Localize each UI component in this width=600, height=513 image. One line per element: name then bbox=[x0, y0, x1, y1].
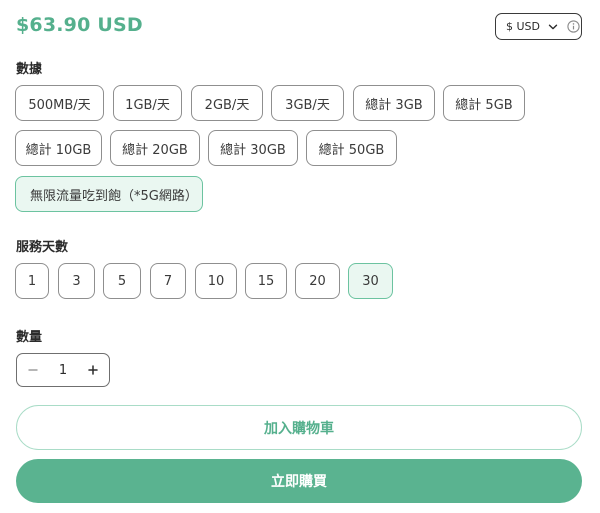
data-section-title: 數據 bbox=[16, 62, 43, 77]
info-icon[interactable] bbox=[567, 20, 580, 33]
currency-label: $ USD bbox=[506, 20, 540, 33]
chevron-down-icon bbox=[547, 21, 559, 33]
days-option-10[interactable]: 10 bbox=[195, 263, 237, 299]
price-label: $63.90 USD bbox=[16, 14, 143, 36]
days-option-3[interactable]: 3 bbox=[58, 263, 95, 299]
days-option-20[interactable]: 20 bbox=[295, 263, 340, 299]
data-option-total-5gb[interactable]: 總計 5GB bbox=[443, 85, 525, 121]
data-option-total-10gb[interactable]: 總計 10GB bbox=[15, 130, 102, 166]
data-option-total-30gb[interactable]: 總計 30GB bbox=[208, 130, 298, 166]
data-option-2gb-day[interactable]: 2GB/天 bbox=[191, 85, 263, 121]
data-option-500mb-day[interactable]: 500MB/天 bbox=[15, 85, 104, 121]
days-option-5[interactable]: 5 bbox=[103, 263, 141, 299]
data-option-unlimited-5g[interactable]: 無限流量吃到飽（*5G網路） bbox=[15, 176, 203, 212]
days-section-title: 服務天數 bbox=[16, 240, 69, 255]
days-option-7[interactable]: 7 bbox=[150, 263, 186, 299]
minus-icon[interactable] bbox=[25, 362, 41, 378]
data-option-total-3gb[interactable]: 總計 3GB bbox=[353, 85, 435, 121]
data-option-total-20gb[interactable]: 總計 20GB bbox=[110, 130, 200, 166]
plus-icon[interactable] bbox=[85, 362, 101, 378]
days-option-15[interactable]: 15 bbox=[245, 263, 287, 299]
quantity-stepper: 1 bbox=[16, 353, 110, 387]
buy-now-button[interactable]: 立即購買 bbox=[16, 459, 582, 503]
data-option-1gb-day[interactable]: 1GB/天 bbox=[113, 85, 182, 121]
quantity-section-title: 數量 bbox=[16, 330, 43, 345]
add-to-cart-button[interactable]: 加入購物車 bbox=[16, 405, 582, 450]
currency-selector[interactable]: $ USD bbox=[495, 13, 582, 40]
data-option-3gb-day[interactable]: 3GB/天 bbox=[271, 85, 344, 121]
data-option-total-50gb[interactable]: 總計 50GB bbox=[306, 130, 397, 166]
days-option-1[interactable]: 1 bbox=[15, 263, 49, 299]
quantity-value[interactable]: 1 bbox=[59, 363, 67, 378]
days-option-30[interactable]: 30 bbox=[348, 263, 393, 299]
